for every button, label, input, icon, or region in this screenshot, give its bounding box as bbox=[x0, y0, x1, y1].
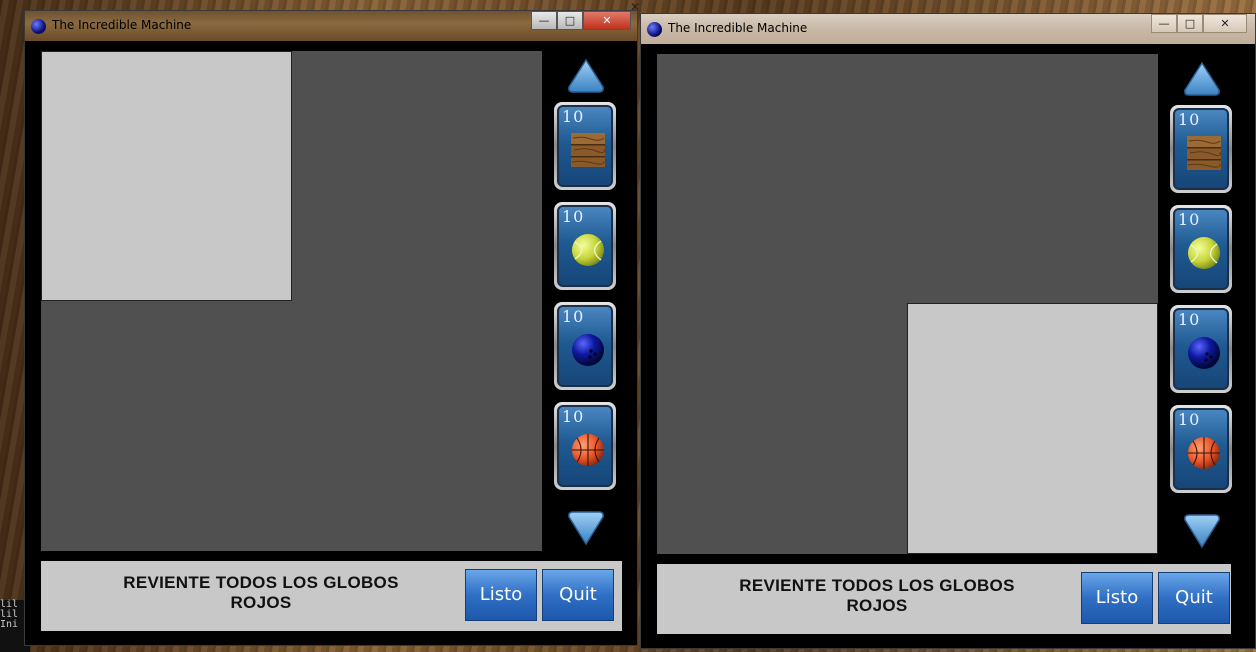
scroll-down-arrow-icon[interactable] bbox=[1182, 510, 1222, 550]
goal-line-1: REVIENTE TODOS LOS GLOBOS bbox=[739, 576, 1015, 595]
goal-text: REVIENTE TODOS LOS GLOBOS ROJOS bbox=[667, 576, 1087, 616]
app-icon bbox=[647, 22, 662, 37]
goal-line-2: ROJOS bbox=[846, 596, 908, 615]
goal-text: REVIENTE TODOS LOS GLOBOS ROJOS bbox=[51, 573, 471, 613]
play-area[interactable] bbox=[41, 51, 542, 551]
scroll-up-arrow-icon[interactable] bbox=[566, 57, 606, 97]
part-slot-basketball[interactable]: 10 bbox=[554, 402, 616, 490]
part-slot-basketball[interactable]: 10 bbox=[1170, 405, 1232, 493]
listo-button[interactable]: Listo bbox=[465, 569, 537, 621]
part-count: 10 bbox=[562, 107, 585, 126]
close-button[interactable]: ✕ bbox=[583, 11, 631, 30]
goal-line-1: REVIENTE TODOS LOS GLOBOS bbox=[123, 573, 399, 592]
tennis-ball-icon bbox=[572, 234, 604, 266]
wood-plank-icon bbox=[1187, 136, 1221, 170]
wood-plank-icon bbox=[571, 133, 605, 167]
minimize-button[interactable]: — bbox=[1151, 14, 1177, 33]
part-count: 10 bbox=[1178, 110, 1201, 129]
tennis-ball-icon bbox=[1188, 237, 1220, 269]
window-title: The Incredible Machine bbox=[668, 21, 808, 35]
close-button[interactable]: ✕ bbox=[1203, 14, 1247, 33]
title-bar[interactable]: The Incredible Machine — □ ✕ bbox=[641, 14, 1255, 44]
play-area[interactable] bbox=[657, 54, 1158, 554]
window-title: The Incredible Machine bbox=[52, 18, 192, 32]
scroll-up-arrow-icon[interactable] bbox=[1182, 60, 1222, 100]
scroll-down-arrow-icon[interactable] bbox=[566, 507, 606, 547]
placement-zone[interactable] bbox=[41, 51, 292, 301]
part-slot-tennis-ball[interactable]: 10 bbox=[554, 202, 616, 290]
part-count: 10 bbox=[562, 407, 585, 426]
title-bar[interactable]: The Incredible Machine — □ ✕ bbox=[25, 11, 637, 41]
game-window-1: The Incredible Machine — □ ✕ 10 10 10 10… bbox=[24, 10, 638, 646]
listo-button[interactable]: Listo bbox=[1081, 572, 1153, 624]
game-window-2: The Incredible Machine — □ ✕ 10 10 10 10… bbox=[640, 13, 1256, 649]
part-count: 10 bbox=[1178, 210, 1201, 229]
part-count: 10 bbox=[1178, 310, 1201, 329]
placement-zone[interactable] bbox=[907, 303, 1158, 554]
app-icon bbox=[31, 19, 46, 34]
quit-button[interactable]: Quit bbox=[542, 569, 614, 621]
part-count: 10 bbox=[562, 207, 585, 226]
part-count: 10 bbox=[562, 307, 585, 326]
bowling-ball-icon bbox=[572, 334, 604, 366]
goal-bar: REVIENTE TODOS LOS GLOBOS ROJOS Listo Qu… bbox=[41, 561, 622, 631]
basketball-icon bbox=[572, 434, 604, 466]
minimize-button[interactable]: — bbox=[531, 11, 557, 30]
quit-button[interactable]: Quit bbox=[1158, 572, 1230, 624]
goal-bar: REVIENTE TODOS LOS GLOBOS ROJOS Listo Qu… bbox=[657, 564, 1231, 634]
part-count: 10 bbox=[1178, 410, 1201, 429]
part-slot-wood[interactable]: 10 bbox=[1170, 105, 1232, 193]
part-slot-tennis-ball[interactable]: 10 bbox=[1170, 205, 1232, 293]
maximize-button[interactable]: □ bbox=[1177, 14, 1203, 33]
bowling-ball-icon bbox=[1188, 337, 1220, 369]
basketball-icon bbox=[1188, 437, 1220, 469]
part-slot-bowling-ball[interactable]: 10 bbox=[1170, 305, 1232, 393]
goal-line-2: ROJOS bbox=[230, 593, 292, 612]
maximize-button[interactable]: □ bbox=[557, 11, 583, 30]
part-slot-bowling-ball[interactable]: 10 bbox=[554, 302, 616, 390]
part-slot-wood[interactable]: 10 bbox=[554, 102, 616, 190]
